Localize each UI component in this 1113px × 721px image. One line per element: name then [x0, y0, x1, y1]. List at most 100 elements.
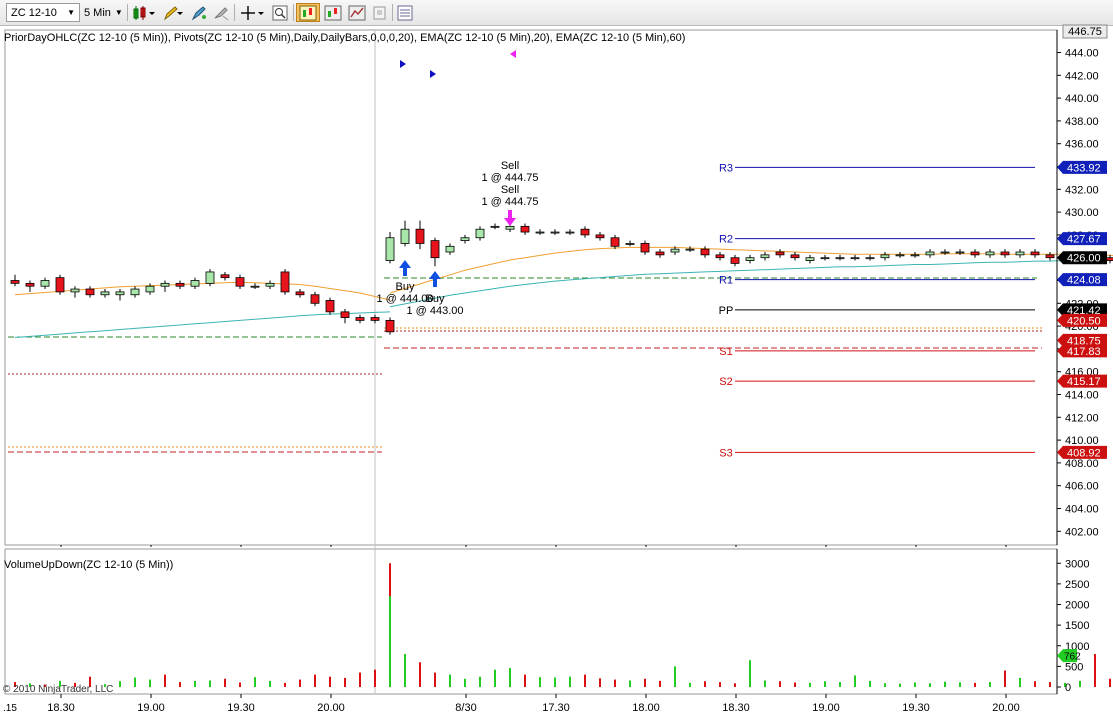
candle-body — [55, 277, 65, 293]
candle-body — [670, 248, 680, 253]
candle-body — [880, 254, 890, 259]
candle-body — [265, 282, 275, 287]
candle-body — [220, 274, 230, 279]
candle-body — [805, 257, 815, 261]
volume-last-label: 762 — [1064, 652, 1081, 663]
candle-body — [1030, 251, 1040, 256]
pivot-s1-label: S1 — [719, 346, 732, 358]
candle-body — [790, 254, 800, 259]
candle-body — [820, 257, 830, 260]
trade-detail: 1 @ 444.75 — [481, 172, 538, 184]
candle-body — [295, 291, 305, 296]
candle-body — [175, 282, 185, 287]
candle-body — [130, 288, 140, 296]
candle-body — [25, 282, 35, 287]
price-axis-label: 438.00 — [1065, 116, 1099, 128]
candle-body — [385, 237, 395, 261]
price-axis-label: 440.00 — [1065, 93, 1099, 105]
candle-body — [205, 271, 215, 284]
price-marker-label: 426.00 — [1067, 253, 1101, 265]
volume-axis-label: 0 — [1065, 682, 1071, 694]
candle-body — [160, 282, 170, 287]
candle-body — [1015, 251, 1025, 256]
candle-body — [580, 228, 590, 236]
candle-body — [760, 254, 770, 259]
candle-body — [115, 291, 125, 296]
candle-body — [520, 225, 530, 233]
candle-body — [70, 288, 80, 293]
candle-body — [655, 251, 665, 256]
candle-body — [565, 231, 575, 234]
time-axis-label: 17.30 — [542, 702, 570, 714]
volume-axis-label: 1500 — [1065, 620, 1089, 632]
candle-body — [235, 277, 245, 287]
price-axis-label: 444.00 — [1065, 48, 1099, 60]
time-axis-label: 20.00 — [992, 702, 1020, 714]
candle-body — [100, 291, 110, 296]
candle-body — [955, 251, 965, 254]
candle-body — [310, 294, 320, 304]
candle-body — [400, 228, 410, 244]
trade-label: Sell — [501, 184, 519, 196]
price-axis-label: 402.00 — [1065, 526, 1099, 538]
price-marker-label: 427.67 — [1067, 234, 1101, 246]
price-panel — [4, 29, 1058, 546]
time-axis-label: 18.30 — [722, 702, 750, 714]
candle-body — [865, 257, 875, 260]
candle-body — [925, 251, 935, 256]
candle-body — [355, 317, 365, 321]
time-axis-label: 19.30 — [227, 702, 255, 714]
candle-body — [370, 317, 380, 321]
candle-body — [40, 280, 50, 287]
volume-axis-label: 500 — [1065, 661, 1083, 673]
price-axis-top-label: 446.75 — [1068, 26, 1102, 38]
candle-body — [610, 237, 620, 247]
left-edge-label: .15 — [3, 703, 17, 714]
candle-body — [895, 254, 905, 257]
copyright-label: © 2010 NinjaTrader, LLC — [3, 684, 113, 695]
price-axis-label: 408.00 — [1065, 458, 1099, 470]
candle-body — [340, 311, 350, 318]
pivot-r2-label: R2 — [719, 234, 733, 246]
candle-body — [970, 251, 980, 256]
pivot-pp-label: PP — [719, 305, 734, 317]
price-axis-label: 430.00 — [1065, 207, 1099, 219]
candle-body — [1105, 257, 1113, 261]
candle-body — [730, 257, 740, 264]
candle-body — [745, 257, 755, 261]
time-axis-label: 8/30 — [455, 702, 476, 714]
time-axis-label: 19.30 — [902, 702, 930, 714]
price-marker-label: 424.08 — [1067, 275, 1101, 287]
candle-body — [505, 225, 515, 230]
time-axis-label: 18.30 — [47, 702, 75, 714]
candle-body — [385, 319, 395, 333]
price-chart[interactable]: R3R2R1PPS1S2S3 Sell1 @ 444.75Sell1 @ 444… — [0, 0, 1113, 721]
candle-body — [715, 254, 725, 259]
time-axis-label: 20.00 — [317, 702, 345, 714]
price-marker-label: 415.17 — [1067, 376, 1101, 388]
candle-body — [190, 280, 200, 287]
candle-body — [550, 231, 560, 234]
trade-detail: 1 @ 443.00 — [406, 305, 463, 317]
candle-body — [985, 251, 995, 256]
candle-body — [10, 280, 20, 284]
candle-body — [685, 248, 695, 251]
pivot-s2-label: S2 — [719, 376, 732, 388]
candle-body — [430, 240, 440, 259]
candle-body — [250, 285, 260, 288]
time-axis-label: 19.00 — [137, 702, 165, 714]
price-axis-label: 432.00 — [1065, 184, 1099, 196]
trade-label: Sell — [501, 160, 519, 172]
candle-body — [325, 300, 335, 313]
trade-label: Buy — [426, 293, 445, 305]
pivot-s3-label: S3 — [719, 447, 732, 459]
price-marker-label: 408.92 — [1067, 447, 1101, 459]
price-panel-indicator-label: PriorDayOHLC(ZC 12-10 (5 Min)), Pivots(Z… — [4, 32, 685, 44]
candle-body — [910, 254, 920, 257]
price-axis-label: 414.00 — [1065, 390, 1099, 402]
candle-body — [475, 228, 485, 239]
price-marker-label: 417.83 — [1067, 346, 1101, 358]
candle-body — [700, 248, 710, 256]
candle-body — [445, 245, 455, 253]
candle-body — [490, 225, 500, 228]
